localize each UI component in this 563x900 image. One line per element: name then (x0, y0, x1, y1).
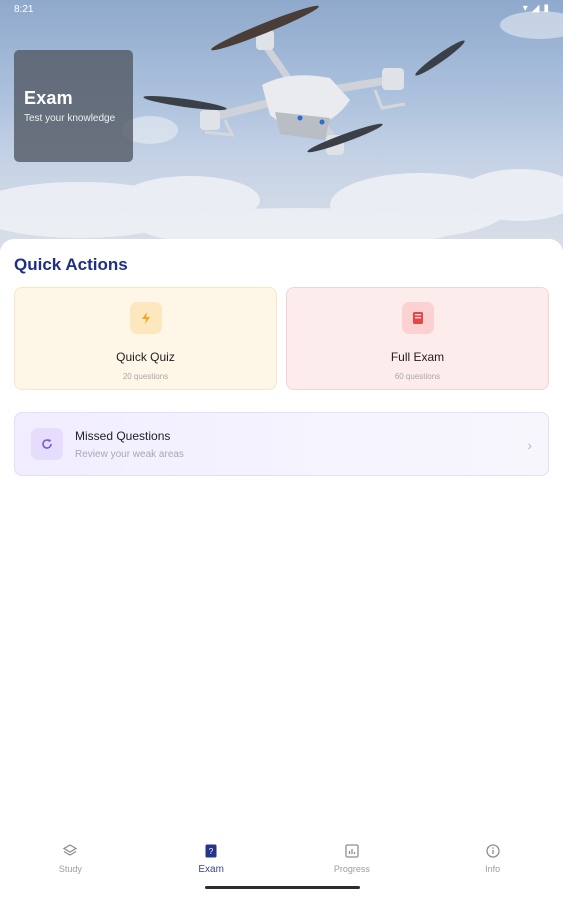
book-icon (401, 302, 434, 334)
full-exam-card[interactable]: Full Exam 60 questions (286, 287, 549, 390)
missed-questions-card[interactable]: Missed Questions Review your weak areas … (14, 412, 549, 476)
nav-study[interactable]: Study (0, 832, 141, 900)
chevron-right-icon: › (527, 437, 532, 453)
svg-text:?: ? (209, 847, 214, 856)
nav-info[interactable]: Info (422, 832, 563, 900)
page-title: Exam (24, 88, 73, 108)
lightning-icon (129, 302, 162, 334)
nav-exam[interactable]: ? Exam (141, 832, 282, 900)
status-bar: 8:21 ▾ ◢ ▮ (0, 0, 563, 18)
status-time: 8:21 (14, 3, 34, 15)
missed-questions-title: Missed Questions (75, 428, 171, 443)
nav-study-label: Study (58, 864, 82, 874)
full-exam-label: Full Exam (390, 350, 445, 364)
quick-quiz-label: Quick Quiz (116, 350, 175, 364)
hero-title-card: Exam Test your knowledge (14, 50, 133, 162)
bottom-navigation: Study ? Exam Progress Info (0, 832, 563, 900)
missed-questions-subtitle: Review your weak areas (75, 448, 184, 460)
chart-icon (343, 842, 361, 860)
content-sheet: Quick Actions Quick Quiz 20 questions Fu… (0, 239, 563, 900)
full-exam-count: 60 questions (394, 372, 441, 381)
layers-icon (61, 842, 79, 860)
wifi-icon: ▾ (522, 3, 528, 14)
nav-progress-label: Progress (333, 864, 370, 874)
info-icon (484, 842, 502, 860)
home-indicator (205, 886, 360, 889)
refresh-icon (31, 428, 63, 460)
nav-exam-label: Exam (198, 864, 224, 875)
hero-banner: 8:21 ▾ ◢ ▮ Exam Test your knowledge (0, 0, 563, 250)
signal-icon: ◢ (531, 3, 540, 14)
quick-quiz-count: 20 questions (122, 372, 169, 381)
page-subtitle: Test your knowledge (24, 113, 116, 124)
quick-quiz-card[interactable]: Quick Quiz 20 questions (14, 287, 277, 390)
drone-illustration (143, 5, 465, 155)
battery-icon: ▮ (543, 3, 549, 14)
exam-icon: ? (202, 842, 220, 860)
nav-progress[interactable]: Progress (282, 832, 423, 900)
quick-actions-title: Quick Actions (14, 255, 128, 274)
nav-info-label: Info (485, 864, 501, 874)
